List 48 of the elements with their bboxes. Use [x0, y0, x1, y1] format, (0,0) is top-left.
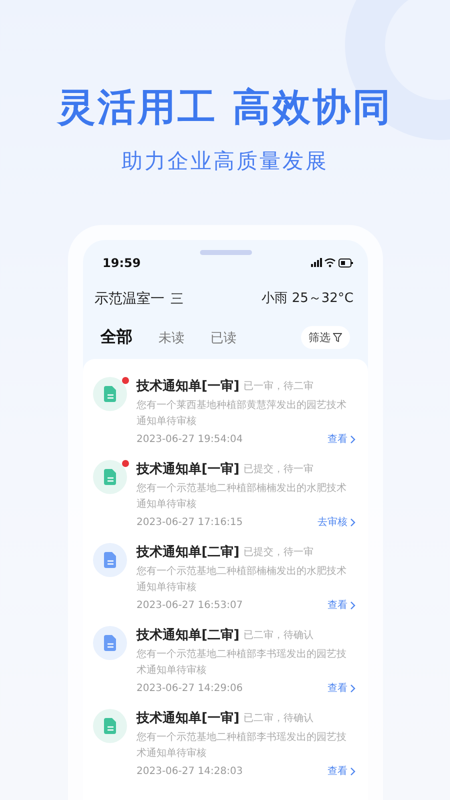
- tab[interactable]: 已读: [210, 328, 236, 346]
- notice-action-link[interactable]: 查看: [328, 598, 356, 612]
- notch-pill: [200, 250, 252, 255]
- chevron-icon: [350, 684, 356, 692]
- chevron-icon: [350, 766, 356, 776]
- notice-description: 您有一个示范基地二种植部李书瑶发出的园艺技术通知单待审核: [136, 730, 348, 761]
- document-icon: [92, 543, 126, 577]
- weather-label: 小雨 25～32°C: [262, 290, 354, 307]
- filter-button[interactable]: 筛选: [300, 326, 350, 349]
- notice-description: 您有一个示范基地二种植部李书瑶发出的园艺技术通知单待审核: [136, 648, 348, 678]
- notice-time: 2023-06-27 14:28:03: [136, 766, 243, 776]
- notice-time: 2023-06-27 17:16:15: [136, 516, 243, 528]
- document-icon: [92, 460, 126, 494]
- chevron-icon: [350, 518, 356, 526]
- notice-title: 技术通知单[一审]: [136, 710, 240, 727]
- notice-action-link[interactable]: 查看: [328, 764, 356, 778]
- document-icon: [92, 626, 126, 660]
- notice-title: 技术通知单[一审]: [136, 460, 240, 478]
- notice-description: 您有一个莱西基地种植部黄慧萍发出的园艺技术通知单待审核: [136, 398, 348, 429]
- notice-time: 2023-06-27 14:29:06: [136, 682, 243, 694]
- notice-time: 2023-06-27 19:54:04: [136, 434, 243, 444]
- notice-action-link[interactable]: 查看: [328, 432, 356, 446]
- notice-title: 技术通知单[二审]: [136, 626, 240, 644]
- tab[interactable]: 全部: [100, 327, 132, 348]
- notice-status: 已提交，待一审: [243, 546, 314, 559]
- notice-description: 您有一个示范基地二种植部楠楠发出的水肥技术通知单待审核: [136, 482, 348, 512]
- notice-action-link[interactable]: 查看: [328, 681, 356, 695]
- chevron-icon: [350, 434, 356, 444]
- headline: 灵活用工 高效协同: [57, 84, 393, 131]
- document-icon: [92, 377, 126, 411]
- notice-time: 2023-06-27 16:53:07: [136, 600, 243, 610]
- notice-description: 您有一个示范基地二种植部楠楠发出的水肥技术通知单待审核: [136, 564, 348, 595]
- notice-status: 已二审，待确认: [243, 628, 314, 642]
- funnel-icon: [332, 333, 342, 342]
- subtitle: 助力企业高质量发展: [122, 148, 328, 175]
- status-time: 19:59: [102, 256, 141, 270]
- location-label[interactable]: 示范温室一: [94, 291, 164, 307]
- document-icon: [92, 709, 126, 743]
- menu-glyph[interactable]: 三: [170, 292, 184, 307]
- chevron-icon: [350, 600, 356, 610]
- tab[interactable]: 未读: [158, 328, 184, 346]
- notice-action-link[interactable]: 去审核: [318, 515, 356, 529]
- notice-status: 已二审，待确认: [243, 712, 314, 725]
- notice-title: 技术通知单[二审]: [136, 544, 240, 561]
- notice-status: 已提交，待一审: [243, 462, 314, 476]
- notice-title: 技术通知单[一审]: [136, 378, 240, 395]
- notice-status: 已一审，待二审: [243, 380, 314, 393]
- status-icons: [311, 258, 354, 268]
